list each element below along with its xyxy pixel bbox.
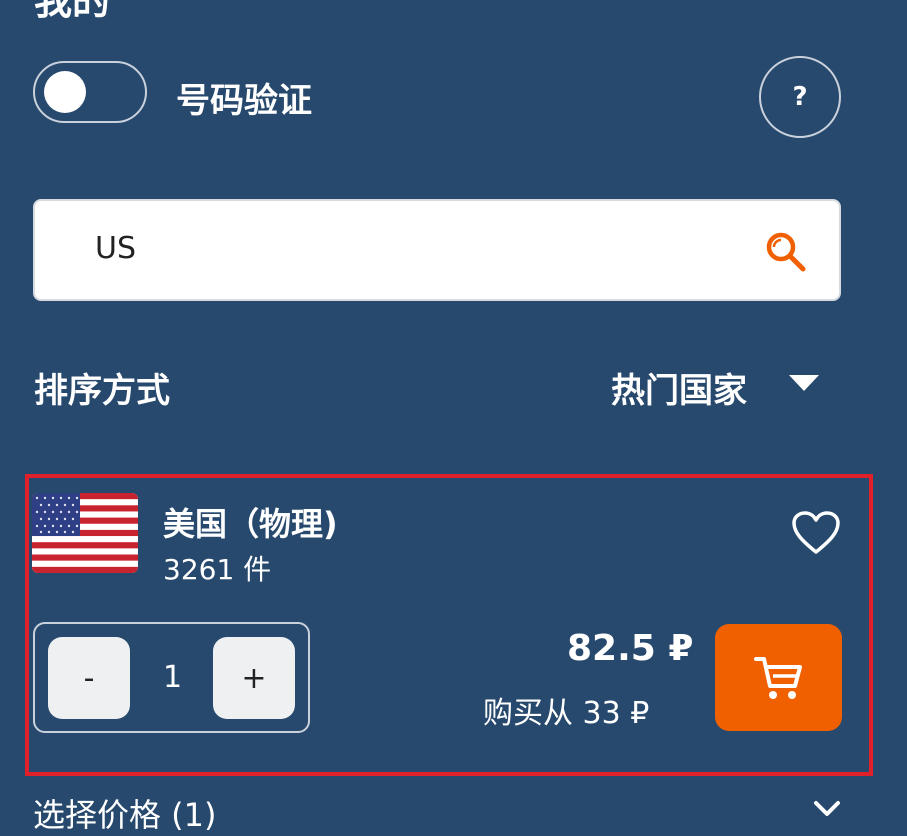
quantity-stepper: - 1 + <box>33 622 310 733</box>
question-icon: ? <box>792 82 808 112</box>
chevron-down-icon[interactable] <box>810 792 844 826</box>
country-name: 美国（物理) <box>163 505 338 543</box>
help-button[interactable]: ? <box>759 56 841 138</box>
sort-label: 排序方式 <box>34 371 170 411</box>
toggle-label: 号码验证 <box>176 81 312 121</box>
sort-dropdown[interactable]: 热门国家 <box>611 363 747 412</box>
search-icon[interactable] <box>763 229 807 273</box>
number-verification-toggle[interactable] <box>33 61 147 123</box>
price-from: 购买从 33 ₽ <box>483 696 650 731</box>
toggle-knob <box>44 71 86 113</box>
price: 82.5 ₽ <box>567 628 694 669</box>
caret-down-icon[interactable] <box>789 375 819 391</box>
select-price-section[interactable]: 选择价格 (1) <box>33 790 217 836</box>
heart-icon[interactable] <box>791 510 841 556</box>
us-flag-icon <box>32 493 138 573</box>
add-to-cart-button[interactable] <box>715 624 842 731</box>
increase-quantity-button[interactable]: + <box>213 637 295 719</box>
search-box[interactable]: US <box>33 199 841 301</box>
page-title: 我的 <box>34 0 111 23</box>
decrease-quantity-button[interactable]: - <box>48 637 130 719</box>
cart-icon <box>753 656 802 699</box>
quantity-value: 1 <box>163 660 183 695</box>
stock-count: 3261 件 <box>163 553 272 586</box>
search-input[interactable]: US <box>95 231 136 266</box>
